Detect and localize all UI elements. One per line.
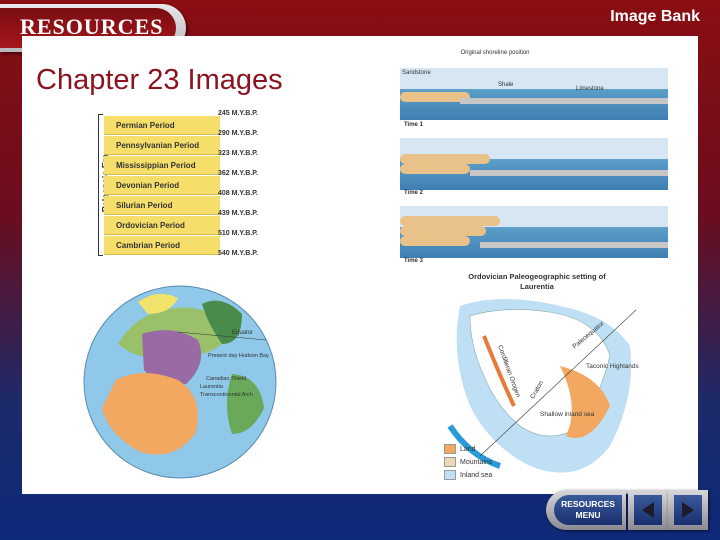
next-button[interactable]	[668, 490, 708, 530]
taconic-label: Taconic Highlands	[586, 363, 640, 370]
mya-label: 290 M.Y.B.P.	[218, 130, 258, 137]
time-frame	[400, 206, 668, 258]
inland-sea-label: Shallow inland sea	[540, 411, 595, 418]
period-row: Pennsylvanian Period	[104, 136, 220, 155]
time-frame	[400, 68, 668, 120]
image-bank-label: Image Bank	[610, 8, 700, 25]
mya-label: 408 M.Y.B.P.	[218, 190, 258, 197]
mya-label: 540 M.Y.B.P.	[218, 250, 258, 257]
time-label: Time 1	[404, 122, 423, 128]
globe-label: Present day Hudson Bay	[208, 353, 269, 359]
shale-label: Shale	[498, 82, 514, 88]
time-frame	[400, 138, 668, 190]
mya-label: 362 M.Y.B.P.	[218, 170, 258, 177]
arrow-left-icon	[642, 502, 654, 518]
globe-label: Canadian Shield	[206, 376, 246, 382]
original-shoreline-label: Original shoreline position	[460, 50, 530, 56]
globe-label: Transcontinental Arch	[200, 392, 253, 398]
mya-label: 439 M.Y.B.P.	[218, 210, 258, 217]
map-legend: Land Mountains Inland sea	[444, 444, 492, 483]
time-label: Time 3	[404, 258, 423, 264]
mya-label: 245 M.Y.B.P.	[218, 110, 258, 117]
page-title: Chapter 23 Images	[36, 64, 283, 96]
period-row: Silurian Period	[104, 196, 220, 215]
laurentia-map-title: Ordovician Paleogeographic setting of La…	[468, 272, 606, 291]
globe-image: Equator Present day Hudson Bay Canadian …	[82, 284, 278, 480]
globe-svg: Equator Present day Hudson Bay Canadian …	[83, 285, 277, 479]
limestone-label: Limestone	[576, 86, 604, 92]
equator-label: Equator	[232, 330, 253, 336]
period-row: Permian Period	[104, 116, 220, 135]
period-row: Ordovician Period	[104, 216, 220, 235]
arrow-right-icon	[682, 502, 694, 518]
shoreline-diagram-image: Original shoreline position Sandstone Sh…	[400, 48, 668, 266]
mya-label: 323 M.Y.B.P.	[218, 150, 258, 157]
period-row: Devonian Period	[104, 176, 220, 195]
geologic-timescale-image: Paleozoic Era Permian Period Pennsylvani…	[88, 106, 278, 260]
sandstone-label: Sandstone	[402, 70, 431, 76]
mya-label: 510 M.Y.B.P.	[218, 230, 258, 237]
previous-button[interactable]	[628, 490, 668, 530]
period-row: Cambrian Period	[104, 236, 220, 255]
resources-menu-button[interactable]: RESOURCES MENU	[546, 490, 626, 530]
period-row: Mississippian Period	[104, 156, 220, 175]
globe-label: Laurentia	[200, 384, 224, 390]
time-label: Time 2	[404, 190, 423, 196]
